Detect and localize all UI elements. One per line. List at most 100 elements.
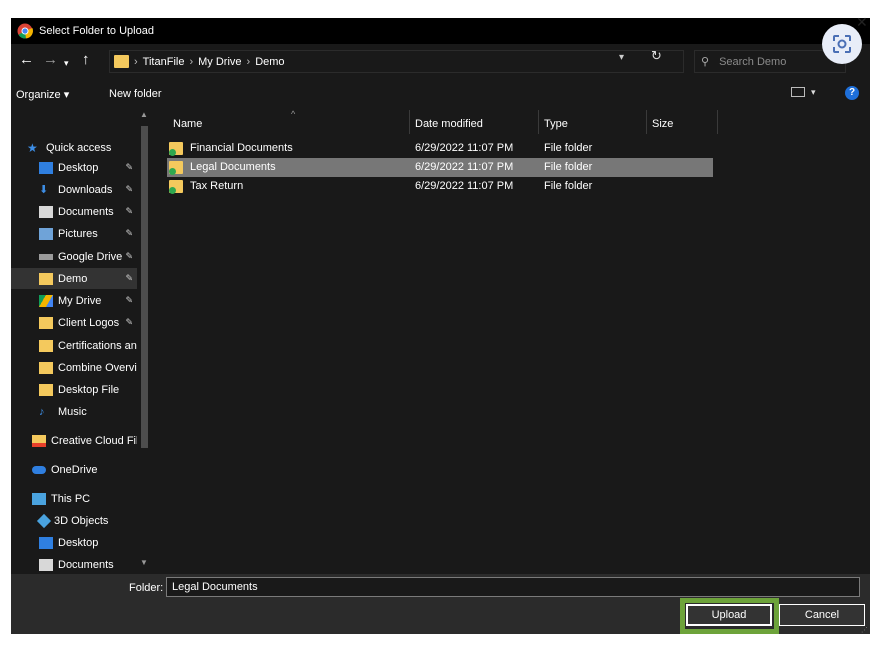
chevron-right-icon: ›: [134, 55, 138, 68]
star-icon: ★: [27, 140, 38, 155]
pictures-icon: [39, 227, 53, 240]
sidebar-item-label: OneDrive: [51, 463, 98, 476]
help-icon[interactable]: ?: [845, 86, 859, 100]
sidebar-item-my-drive[interactable]: My Drive ✎: [11, 290, 137, 311]
file-date: 6/29/2022 11:07 PM: [415, 161, 514, 173]
sidebar-item-3d-objects[interactable]: 3D Objects: [11, 510, 137, 531]
address-dropdown-icon[interactable]: ▾: [619, 52, 624, 63]
window-title: Select Folder to Upload: [39, 25, 154, 37]
column-header-date[interactable]: Date modified: [415, 118, 483, 130]
file-list: ^ Name Date modified Type Size Financial…: [157, 108, 870, 574]
pin-icon: ✎: [125, 251, 133, 261]
sidebar-item-label: Music: [58, 405, 87, 418]
folder-label: Folder:: [129, 582, 164, 594]
sidebar-item-label: Documents: [58, 558, 114, 571]
folder-name-input[interactable]: Legal Documents: [166, 577, 860, 597]
sidebar-item-label: Quick access: [46, 141, 112, 154]
title-bar: Select Folder to Upload: [11, 18, 870, 44]
sidebar-item-combine-overvi[interactable]: Combine Overvi: [11, 357, 137, 378]
search-input[interactable]: ⚲ Search Demo: [694, 50, 846, 73]
resize-grip-icon[interactable]: ⋰: [861, 626, 868, 634]
upload-button[interactable]: Upload: [686, 604, 772, 626]
navigation-pane: Documents Desktop 3D Objects This PC OneDriv…: [11, 108, 154, 574]
download-icon: ⬇: [39, 183, 49, 196]
column-header-size[interactable]: Size: [652, 118, 673, 130]
sidebar-item-desktop[interactable]: Desktop ✎: [11, 157, 137, 178]
sidebar-item-documents[interactable]: Documents ✎: [11, 201, 137, 222]
folder-icon: [169, 180, 183, 194]
sidebar-item-label: Pictures: [58, 227, 98, 240]
column-header-name[interactable]: Name: [173, 118, 202, 130]
sidebar-item-desktop[interactable]: Desktop: [11, 532, 137, 553]
view-options-icon[interactable]: [791, 87, 805, 97]
address-box[interactable]: › TitanFile › My Drive › Demo: [109, 50, 684, 73]
chevron-down-icon[interactable]: ▾: [811, 87, 816, 98]
back-arrow-icon[interactable]: ←: [19, 52, 34, 68]
sidebar-item-label: Creative Cloud Fil: [51, 434, 137, 447]
sidebar-item-label: Demo: [58, 272, 88, 285]
breadcrumb-demo[interactable]: Demo: [255, 56, 284, 68]
organize-button[interactable]: Organize ▾: [16, 88, 69, 101]
refresh-icon[interactable]: ↻: [651, 48, 662, 64]
sidebar-item-google-drive[interactable]: Google Drive ✎: [11, 246, 137, 267]
folder-icon: [39, 272, 53, 285]
sidebar-item-quick-access[interactable]: ★ Quick access: [11, 137, 137, 158]
file-date: 6/29/2022 11:07 PM: [415, 180, 514, 192]
sidebar-item-onedrive[interactable]: OneDrive: [11, 459, 137, 480]
column-header-type[interactable]: Type: [544, 118, 568, 130]
sidebar-item-music[interactable]: ♪ Music: [11, 401, 137, 422]
sidebar-item-label: Desktop File: [58, 383, 120, 396]
google-drive-icon: [39, 294, 53, 307]
sidebar-item-label: This PC: [51, 492, 91, 505]
nav-scrollbar[interactable]: ▲ ▼: [137, 108, 152, 574]
sidebar-item-label: My Drive: [58, 294, 102, 307]
sidebar-item-documents[interactable]: Documents: [11, 554, 137, 574]
table-row[interactable]: Legal Documents 6/29/2022 11:07 PM File fo…: [167, 158, 713, 177]
chrome-icon: [17, 23, 33, 39]
sidebar-item-downloads[interactable]: ⬇ Downloads ✎: [11, 179, 137, 200]
pc-icon: [32, 492, 46, 505]
sidebar-item-creative-cloud-fil[interactable]: Creative Cloud Fil: [11, 430, 137, 451]
up-arrow-icon[interactable]: ↑: [82, 52, 90, 68]
column-divider[interactable]: [409, 110, 410, 134]
toolbar: Organize ▾ New folder ▾ ?: [11, 78, 870, 108]
sidebar-item-certifications-an[interactable]: Certifications an: [11, 335, 137, 356]
sync-status-icon: [169, 187, 176, 194]
creative-cloud-icon: [32, 434, 46, 447]
sidebar-item-label: Downloads: [58, 183, 113, 196]
scroll-up-icon[interactable]: ▲: [140, 110, 148, 119]
sidebar-item-desktop-file[interactable]: Desktop File: [11, 379, 137, 400]
scrollbar-thumb[interactable]: [141, 126, 148, 448]
forward-arrow-icon[interactable]: →: [43, 52, 58, 68]
file-type: File folder: [544, 161, 593, 173]
breadcrumb-my-drive[interactable]: My Drive: [198, 56, 241, 68]
sidebar-item-label: Desktop: [58, 536, 99, 549]
pin-icon: ✎: [125, 295, 133, 305]
sidebar-item-pictures[interactable]: Pictures ✎: [11, 223, 137, 244]
sidebar-item-demo[interactable]: Demo ✎: [11, 268, 137, 289]
pin-icon: ✎: [125, 162, 133, 172]
pin-icon: ✎: [125, 317, 133, 327]
breadcrumb-titanfile[interactable]: TitanFile: [143, 56, 185, 68]
documents-icon: [39, 558, 53, 571]
folder-icon: [39, 316, 53, 329]
close-icon[interactable]: ✕: [856, 14, 868, 31]
recent-chevron-icon[interactable]: ▾: [64, 55, 69, 71]
column-divider[interactable]: [717, 110, 718, 134]
file-type: File folder: [544, 142, 593, 154]
cancel-button[interactable]: Cancel: [779, 604, 865, 626]
sidebar-item-client-logos[interactable]: Client Logos ✎: [11, 312, 137, 333]
column-divider[interactable]: [646, 110, 647, 134]
scroll-down-icon[interactable]: ▼: [140, 558, 148, 567]
chevron-right-icon: ›: [246, 55, 251, 68]
dialog-footer: Folder: Legal Documents Upload Cancel ⋰: [11, 574, 870, 634]
sidebar-item-this-pc[interactable]: This PC: [11, 488, 137, 509]
pin-icon: ✎: [125, 228, 133, 238]
chevron-right-icon: ›: [189, 55, 194, 68]
pin-icon: ✎: [125, 184, 133, 194]
table-row[interactable]: Tax Return 6/29/2022 11:07 PM File folder: [167, 177, 713, 196]
new-folder-button[interactable]: New folder: [109, 88, 162, 100]
column-divider[interactable]: [538, 110, 539, 134]
file-name: Legal Documents: [190, 161, 276, 173]
table-row[interactable]: Financial Documents 6/29/2022 11:07 PM Fil…: [167, 139, 713, 158]
